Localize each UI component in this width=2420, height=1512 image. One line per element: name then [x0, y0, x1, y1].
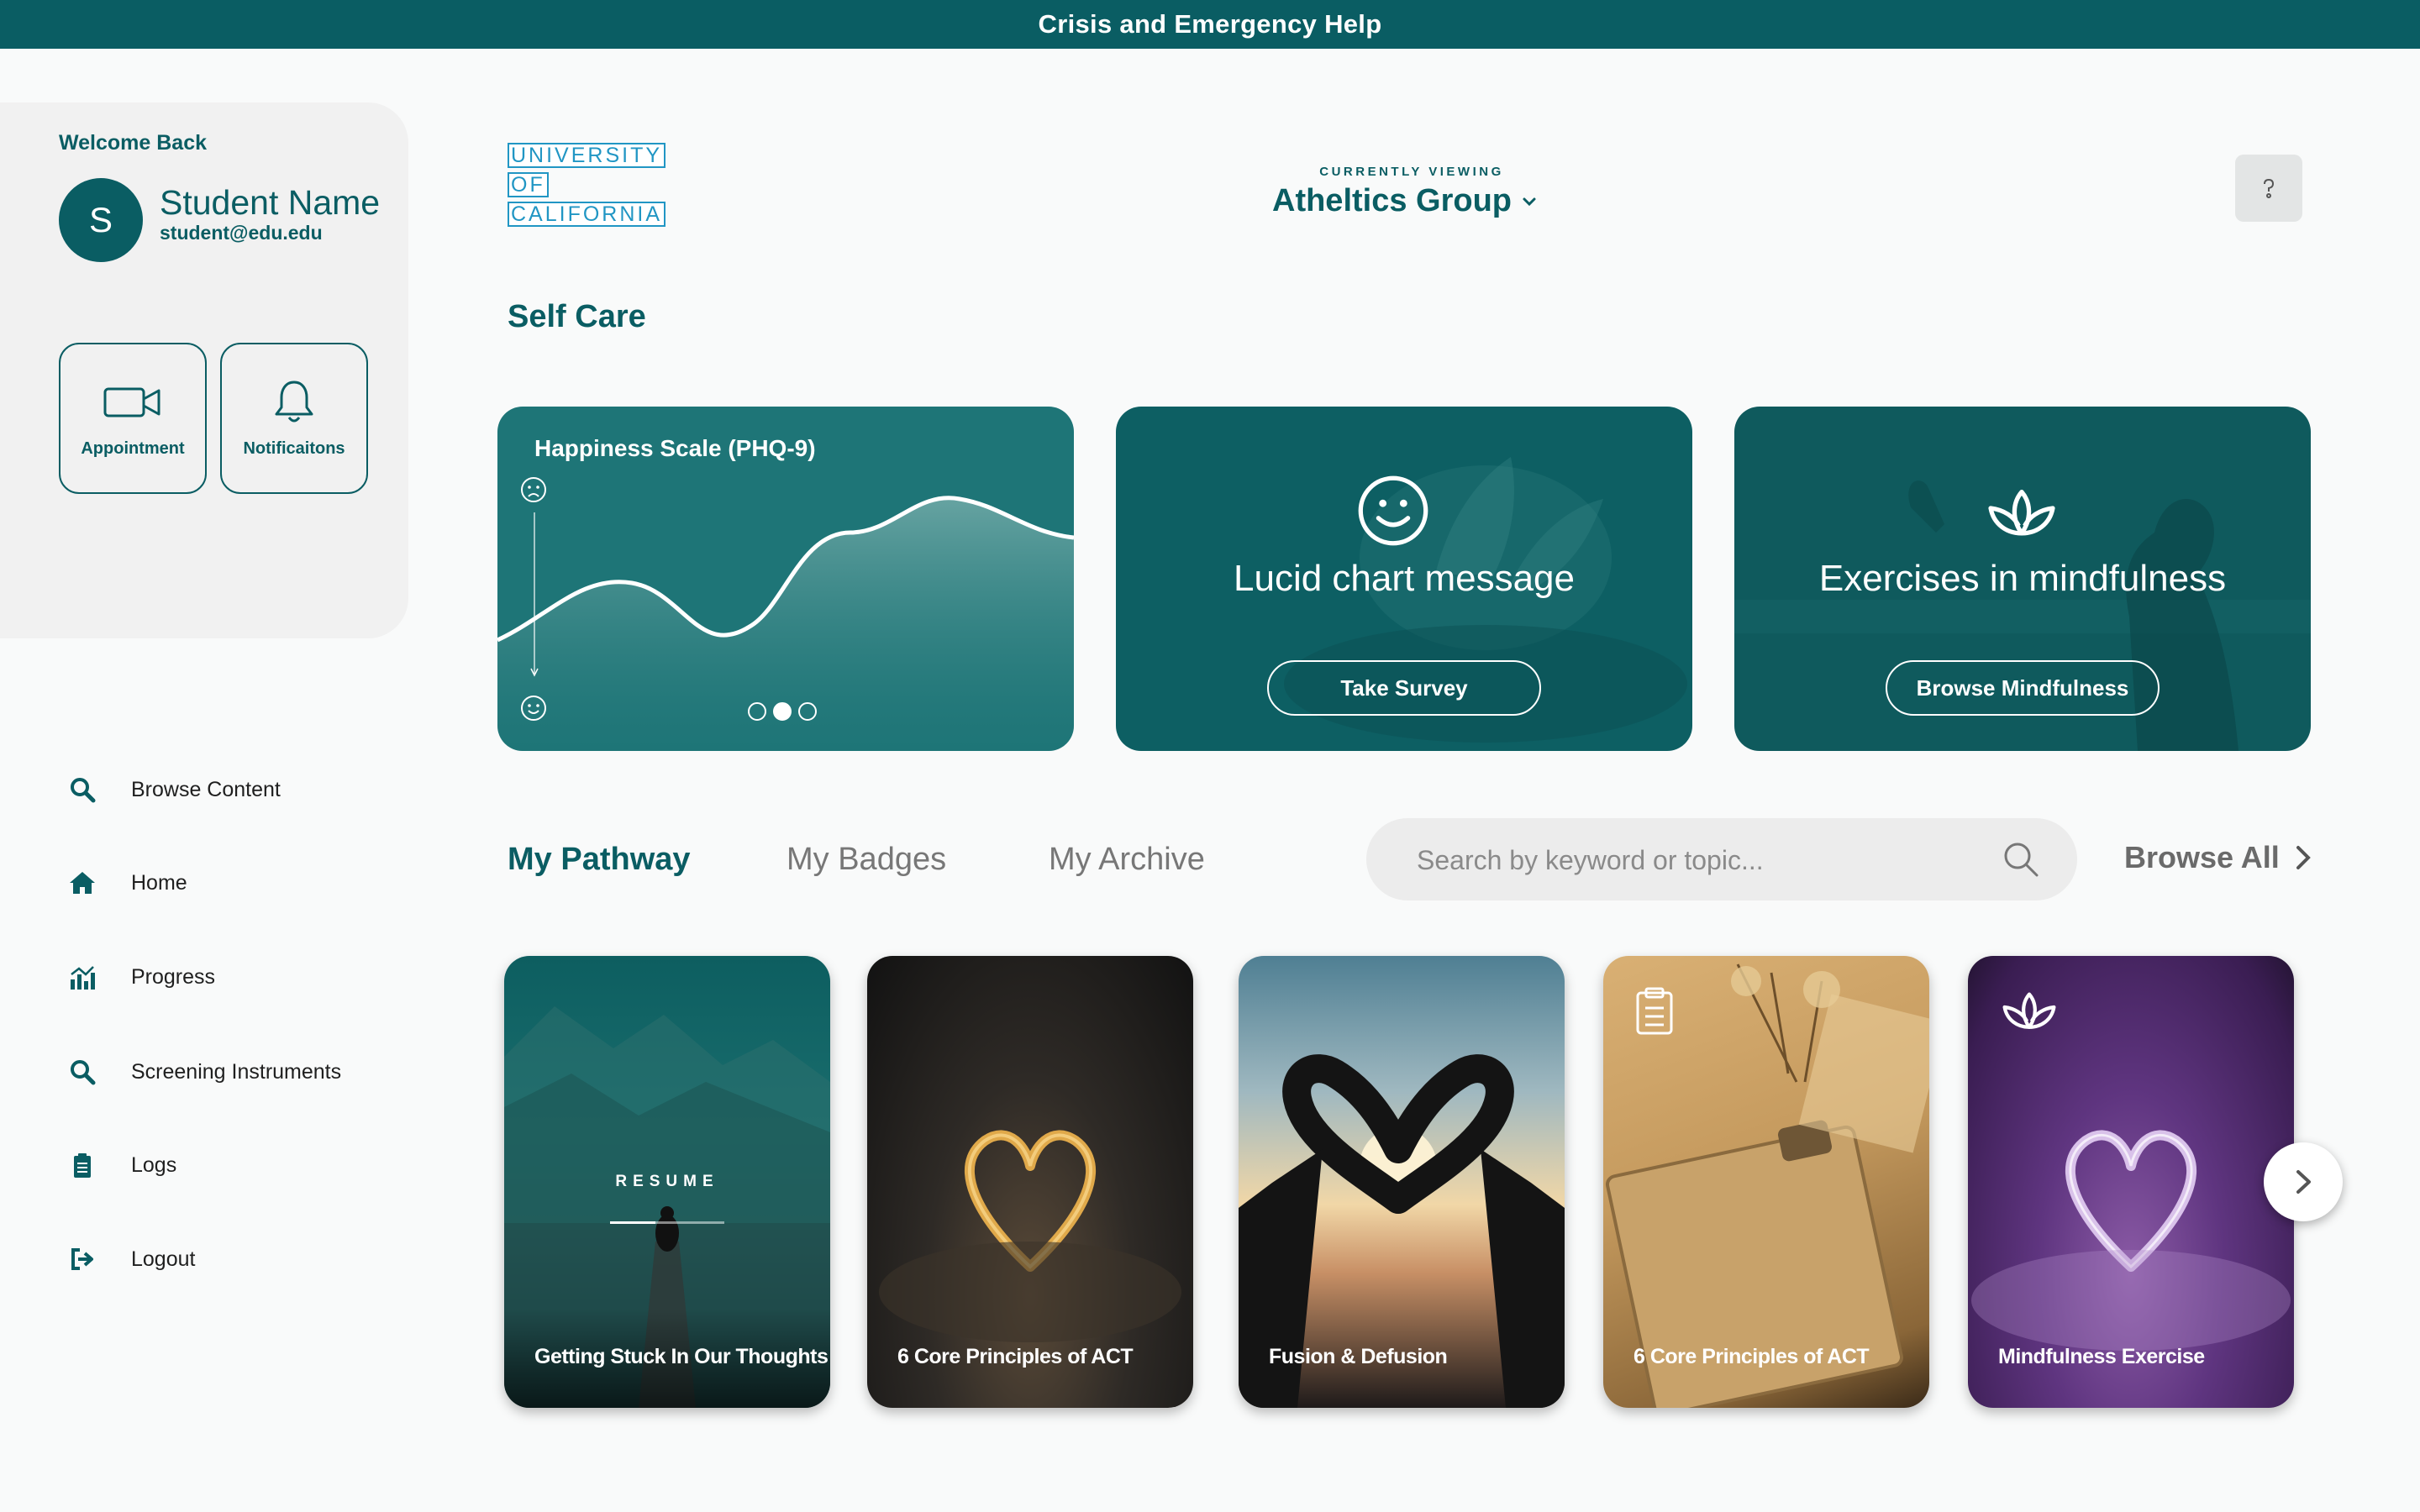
- pathway-card[interactable]: RESUME Getting Stuck In Our Thoughts: [504, 956, 830, 1408]
- appointment-button[interactable]: Appointment: [59, 343, 207, 494]
- avatar[interactable]: S: [59, 178, 143, 262]
- tab-my-archive[interactable]: My Archive: [1049, 842, 1205, 878]
- happy-face-icon: [521, 696, 546, 721]
- smiley-icon: [1358, 475, 1428, 546]
- browse-mindfulness-button[interactable]: Browse Mindfulness: [1886, 660, 2160, 716]
- home-icon: [66, 866, 99, 900]
- pathway-card[interactable]: 6 Core Principles of ACT: [1603, 956, 1929, 1408]
- pathway-card[interactable]: Fusion & Defusion: [1239, 956, 1565, 1408]
- bell-icon: [275, 381, 313, 422]
- logo-line: OF: [508, 172, 549, 197]
- lotus-icon: [2002, 992, 2056, 1029]
- carousel-dots: [748, 702, 817, 721]
- appointment-label: Appointment: [81, 438, 185, 458]
- pathway-card[interactable]: Mindfulness Exercise: [1968, 956, 2294, 1408]
- pathway-card-title: 6 Core Principles of ACT: [897, 1345, 1134, 1368]
- survey-message: Lucid chart message: [1234, 558, 1575, 599]
- search-bar: [1366, 818, 2077, 900]
- help-icon: [2264, 178, 2275, 198]
- pathway-card-title: 6 Core Principles of ACT: [1634, 1345, 1870, 1368]
- tab-my-badges[interactable]: My Badges: [786, 842, 946, 878]
- happiness-curve-graphic: [497, 496, 1074, 751]
- clipboard-icon: [1636, 987, 1673, 1035]
- nav-item-label: Logout: [131, 1247, 196, 1271]
- search-input[interactable]: [1417, 842, 1988, 879]
- logo-line: CALIFORNIA: [508, 202, 666, 227]
- notifications-button[interactable]: Notificaitons: [220, 343, 368, 494]
- chevron-right-icon: [2296, 846, 2311, 869]
- carousel-dot[interactable]: [748, 702, 766, 721]
- nav-item-logs[interactable]: Logs: [66, 1147, 176, 1184]
- bar-chart-icon: [66, 960, 99, 994]
- hands-heart-sunset-image: [1239, 1054, 1565, 1408]
- browse-all-label: Browse All: [2124, 840, 2280, 874]
- golden-heart-image: [879, 1130, 1181, 1342]
- pathway-card-title: Fusion & Defusion: [1269, 1345, 1448, 1368]
- nav-item-label: Logs: [131, 1152, 177, 1177]
- resume-label[interactable]: RESUME: [504, 1173, 830, 1191]
- currently-viewing-label: CURRENTLY VIEWING: [1319, 165, 1504, 179]
- nav-item-browse-content[interactable]: Browse Content: [66, 771, 281, 808]
- mindfulness-message: Exercises in mindfulness: [1818, 558, 2227, 599]
- clipboard-icon: [66, 1148, 99, 1182]
- carousel-next-button[interactable]: [2264, 1142, 2343, 1221]
- carousel-dot-active[interactable]: [773, 702, 792, 721]
- logo-line: UNIVERSITY: [508, 143, 666, 168]
- nav-item-label: Browse Content: [131, 777, 281, 801]
- student-name: Student Name: [160, 183, 381, 222]
- chevron-right-icon: [2296, 1170, 2311, 1194]
- pathway-card[interactable]: 6 Core Principles of ACT: [867, 956, 1193, 1408]
- happiness-scale-card[interactable]: Happiness Scale (PHQ-9): [497, 407, 1074, 751]
- section-title-self-care: Self Care: [508, 299, 646, 334]
- notifications-label: Notificaitons: [243, 438, 345, 458]
- crisis-banner-text: Crisis and Emergency Help: [1038, 9, 1382, 39]
- nav-item-progress[interactable]: Progress: [66, 958, 215, 995]
- group-selector[interactable]: Atheltics Group: [1272, 183, 1512, 219]
- carousel-dot[interactable]: [798, 702, 817, 721]
- university-logo[interactable]: UNIVERSITY OF CALIFORNIA: [508, 143, 666, 231]
- mindfulness-card[interactable]: Exercises in mindfulness Browse Mindfuln…: [1734, 407, 2311, 751]
- take-survey-button[interactable]: Take Survey: [1267, 660, 1541, 716]
- survey-card[interactable]: Lucid chart message Take Survey: [1116, 407, 1692, 751]
- sad-face-icon: [521, 477, 546, 502]
- resume-progress-bar: [610, 1221, 724, 1224]
- lotus-icon: [1988, 489, 2055, 536]
- nav-item-screening-instruments[interactable]: Screening Instruments: [66, 1053, 341, 1090]
- welcome-label: Welcome Back: [59, 131, 208, 155]
- crisis-banner[interactable]: Crisis and Emergency Help: [0, 0, 2420, 49]
- nav-item-label: Home: [131, 870, 187, 895]
- browse-all-link[interactable]: Browse All: [2124, 840, 2315, 875]
- nav-item-home[interactable]: Home: [66, 864, 187, 901]
- search-icon: [66, 773, 99, 806]
- search-icon: [66, 1055, 99, 1089]
- logout-icon: [66, 1242, 99, 1276]
- nav-item-label: Screening Instruments: [131, 1059, 342, 1084]
- search-icon[interactable]: [2000, 838, 2042, 880]
- chevron-down-icon[interactable]: [1518, 190, 1541, 213]
- resume-progress-fill: [610, 1221, 656, 1224]
- nav-item-logout[interactable]: Logout: [66, 1241, 195, 1278]
- pathway-card-title: Mindfulness Exercise: [1998, 1345, 2205, 1368]
- video-camera-icon: [103, 387, 160, 417]
- nav-item-label: Progress: [131, 964, 216, 989]
- tab-my-pathway[interactable]: My Pathway: [508, 842, 691, 878]
- pathway-card-title: Getting Stuck In Our Thoughts: [534, 1345, 829, 1368]
- help-button[interactable]: [2235, 155, 2302, 222]
- student-email: student@edu.edu: [160, 222, 323, 244]
